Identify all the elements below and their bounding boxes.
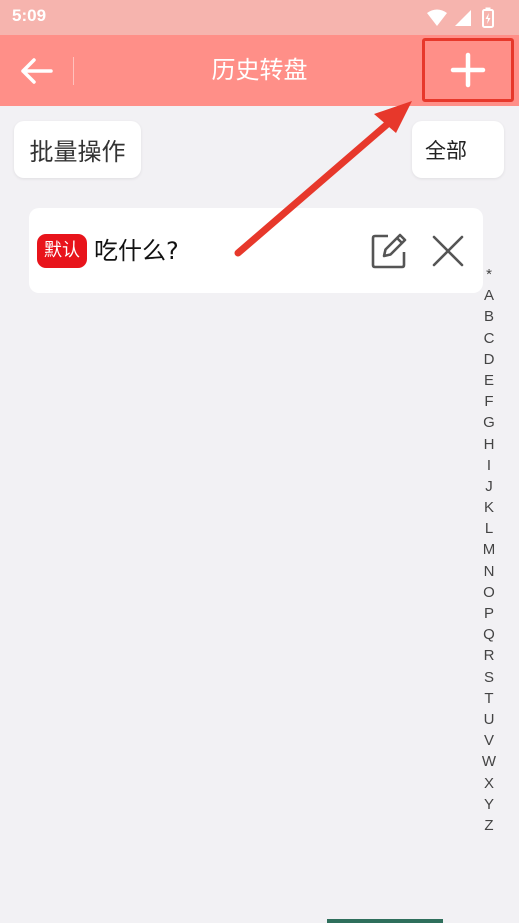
alphabet-index-letter[interactable]: Q [478, 624, 500, 645]
alphabet-index-letter[interactable]: P [478, 603, 500, 624]
cellular-icon [455, 10, 471, 26]
plus-icon [450, 52, 486, 88]
edit-button[interactable] [369, 231, 409, 271]
arrow-left-icon [21, 58, 53, 84]
alphabet-index-letter[interactable]: * [478, 264, 500, 285]
page-title: 历史转盘 [211, 56, 308, 84]
alphabet-index-letter[interactable]: M [478, 539, 500, 560]
app-bar-divider [73, 57, 74, 85]
delete-button[interactable] [428, 231, 468, 271]
alphabet-index-letter[interactable]: Y [478, 794, 500, 815]
alphabet-index-letter[interactable]: W [478, 751, 500, 772]
alphabet-index-letter[interactable]: K [478, 497, 500, 518]
battery-icon [482, 7, 494, 28]
alphabet-index-letter[interactable]: E [478, 370, 500, 391]
alphabet-index-letter[interactable]: U [478, 709, 500, 730]
status-time: 5:09 [12, 6, 47, 25]
alphabet-index-letter[interactable]: F [478, 391, 500, 412]
alphabet-index-letter[interactable]: R [478, 645, 500, 666]
bottom-indicator [327, 919, 443, 923]
alphabet-index-letter[interactable]: H [478, 434, 500, 455]
alphabet-index-letter[interactable]: L [478, 518, 500, 539]
alphabet-index-letter[interactable]: B [478, 306, 500, 327]
wifi-icon [427, 9, 447, 26]
alphabet-index-letter[interactable]: S [478, 667, 500, 688]
alphabet-index-letter[interactable]: T [478, 688, 500, 709]
alphabet-index-letter[interactable]: D [478, 349, 500, 370]
filter-all-button[interactable]: 全部 [412, 121, 504, 178]
batch-operation-button[interactable]: 批量操作 [14, 121, 141, 178]
alphabet-index-letter[interactable]: J [478, 476, 500, 497]
add-wheel-button[interactable] [422, 38, 514, 102]
alphabet-index-letter[interactable]: C [478, 328, 500, 349]
alphabet-index-letter[interactable]: V [478, 730, 500, 751]
edit-icon [371, 233, 407, 269]
wheel-name[interactable]: 吃什么? [94, 232, 179, 270]
alphabet-index-letter[interactable]: A [478, 285, 500, 306]
back-button[interactable] [14, 49, 58, 93]
alphabet-index-letter[interactable]: I [478, 455, 500, 476]
alphabet-index-letter[interactable]: N [478, 561, 500, 582]
alphabet-index-letter[interactable]: X [478, 773, 500, 794]
close-icon [432, 235, 464, 267]
status-bar: 5:09 [0, 0, 519, 35]
status-icons [427, 7, 494, 28]
alphabet-index-letter[interactable]: Z [478, 815, 500, 836]
alphabet-index-letter[interactable]: O [478, 582, 500, 603]
alphabet-index[interactable]: * A B C D E F G H I J K L M N O P Q R S T U V W X Y Z [478, 264, 500, 836]
alphabet-index-letter[interactable]: G [478, 412, 500, 433]
default-badge: 默认 [37, 234, 87, 268]
wheel-list-item[interactable]: 默认 吃什么? [29, 208, 483, 293]
app-bar: 历史转盘 [0, 35, 519, 106]
